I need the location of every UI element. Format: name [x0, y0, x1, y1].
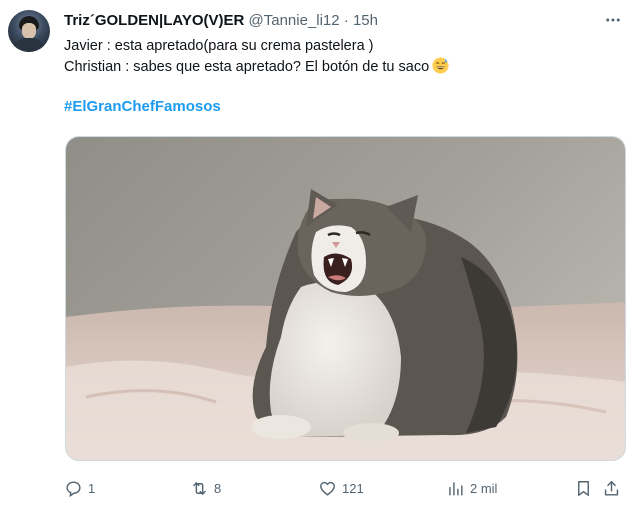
avatar-body [14, 38, 44, 52]
separator-dot: · [343, 12, 349, 29]
display-name[interactable]: Triz´GOLDEN|LAYO(V)ER [64, 12, 244, 29]
grinning-face-with-sweat-icon [432, 57, 449, 74]
share-button[interactable] [602, 476, 621, 500]
avatar-face [22, 23, 36, 39]
reply-icon [66, 480, 81, 497]
like-count: 121 [342, 480, 364, 496]
share-icon [604, 480, 619, 496]
heart-icon [320, 481, 335, 496]
like-button[interactable]: 121 [318, 476, 364, 500]
user-handle[interactable]: @Tannie_li12 [249, 12, 340, 29]
more-options-icon[interactable] [602, 10, 624, 30]
reply-button[interactable]: 1 [64, 476, 95, 500]
retweet-count: 8 [214, 480, 222, 496]
tweet-card[interactable]: Triz´GOLDEN|LAYO(V)ER @Tannie_li12 · 15h… [0, 0, 640, 520]
timestamp[interactable]: 15h [353, 12, 378, 29]
views-button[interactable]: 2 mil [446, 476, 497, 500]
tweet-header: Triz´GOLDEN|LAYO(V)ER @Tannie_li12 · 15h [64, 12, 378, 30]
reply-count: 1 [88, 480, 96, 496]
views-count: 2 mil [470, 480, 498, 496]
tweet-line-2: Christian : sabes que esta apretado? El … [64, 57, 449, 78]
bookmark-button[interactable] [574, 476, 593, 500]
bookmark-icon [578, 480, 589, 496]
views-icon [449, 481, 463, 496]
tweet-actions: 1 8 121 2 mil [64, 476, 630, 500]
tweet-media-photo[interactable] [65, 136, 626, 461]
tweet-text: Javier : esta apretado(para su crema pas… [64, 36, 449, 78]
tweet-line-2-text: Christian : sabes que esta apretado? El … [64, 59, 430, 75]
avatar[interactable] [8, 10, 50, 52]
tweet-line-1: Javier : esta apretado(para su crema pas… [64, 38, 374, 54]
retweet-icon [193, 481, 206, 495]
retweet-button[interactable]: 8 [190, 476, 221, 500]
hashtag-link[interactable]: #ElGranChefFamosos [64, 98, 221, 115]
